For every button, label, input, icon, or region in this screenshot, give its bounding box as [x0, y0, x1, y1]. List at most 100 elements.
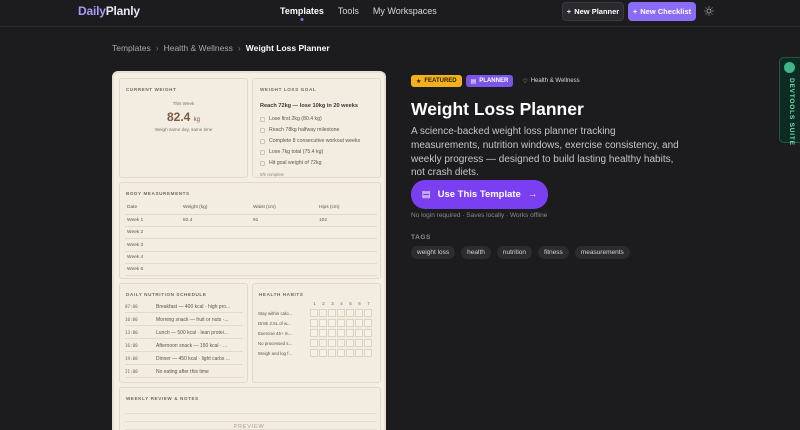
habit-cell[interactable]	[337, 349, 345, 357]
list-item: 10:00 Morning snack — fruit or nuts ·...	[125, 314, 243, 327]
habit-cell[interactable]	[328, 319, 336, 327]
table-cell[interactable]	[317, 238, 377, 252]
planner-label: PLANNER	[479, 78, 509, 84]
tag-nutrition[interactable]: nutrition	[496, 246, 532, 259]
habit-cell[interactable]	[319, 349, 327, 357]
habit-name: Exercise 45+ m...	[258, 330, 293, 336]
habit-cell[interactable]	[355, 339, 363, 347]
nav-link-my-workspaces[interactable]: My Workspaces	[373, 6, 437, 16]
habit-cell[interactable]	[319, 329, 327, 337]
list-item: 07:00 Breakfast — 400 kcal · high pro...	[125, 301, 243, 314]
habit-cell[interactable]	[337, 309, 345, 317]
nav-links: Templates Tools My Workspaces	[280, 6, 437, 16]
table-cell[interactable]: 102	[317, 214, 377, 228]
habit-cell[interactable]	[310, 339, 318, 347]
table-cell[interactable]	[181, 251, 251, 264]
breadcrumb-health-wellness[interactable]: Health & Wellness	[164, 43, 233, 53]
goal-title: WEIGHT LOSS GOAL	[260, 87, 317, 92]
goal-item: Hit goal weight of 72kg	[260, 160, 321, 166]
current-weight-panel: CURRENT WEIGHT This Week 82.4 kg Weigh s…	[119, 78, 248, 178]
habit-cell[interactable]	[337, 339, 345, 347]
calendar-icon: ▤	[470, 78, 477, 85]
nutrition-time: 07:00	[125, 304, 138, 310]
nutrition-text: Lunch — 500 kcal · lean protei...	[156, 329, 228, 336]
habit-cell[interactable]	[346, 349, 354, 357]
goal-headline: Reach 72kg — lose 10kg in 20 weeks	[260, 103, 358, 109]
table-cell: Week 1	[125, 214, 181, 228]
table-cell[interactable]	[317, 251, 377, 264]
checkbox[interactable]	[260, 127, 265, 133]
nutrition-time: 13:00	[125, 330, 138, 336]
tag-measurements[interactable]: measurements	[574, 246, 630, 259]
tag-health[interactable]: health	[461, 246, 491, 259]
use-template-button[interactable]: ▤ Use This Template →	[411, 180, 548, 209]
habit-cell[interactable]	[319, 339, 327, 347]
habit-row: Weigh and log f...	[258, 349, 373, 357]
habit-cell[interactable]	[355, 309, 363, 317]
habit-cell[interactable]	[328, 309, 336, 317]
habit-name: Drink 2.5L of w...	[258, 320, 291, 326]
nav-link-templates[interactable]: Templates	[280, 6, 324, 16]
habit-cell[interactable]	[310, 349, 318, 357]
table-cell[interactable]	[317, 226, 377, 240]
habit-cell[interactable]	[355, 319, 363, 327]
category-badge[interactable]: ♡ Health & Wellness	[517, 75, 584, 87]
table-cell[interactable]	[181, 238, 251, 252]
habit-cell[interactable]	[346, 319, 354, 327]
day-number: 3	[331, 301, 334, 306]
checkbox[interactable]	[260, 160, 265, 166]
habit-cell[interactable]	[364, 329, 372, 337]
table-cell[interactable]	[251, 226, 317, 240]
habit-cell[interactable]	[364, 309, 372, 317]
habit-cell[interactable]	[346, 309, 354, 317]
list-item: 16:00 Afternoon snack — 150 kcal · ...	[125, 340, 243, 353]
preview-watermark: PREVIEW	[233, 424, 265, 430]
new-planner-button[interactable]: + New Planner	[562, 2, 624, 21]
habit-cell[interactable]	[364, 339, 372, 347]
habit-cell[interactable]	[364, 349, 372, 357]
table-cell[interactable]	[251, 238, 317, 252]
habit-cell[interactable]	[319, 319, 327, 327]
nutrition-time: 19:00	[125, 356, 138, 362]
use-template-label: Use This Template	[437, 189, 521, 200]
habit-cell[interactable]	[328, 349, 336, 357]
habit-cell[interactable]	[364, 319, 372, 327]
table-cell[interactable]: 91	[251, 214, 317, 228]
habit-cell[interactable]	[337, 319, 345, 327]
category-label: Health & Wellness	[530, 78, 580, 84]
checkbox[interactable]	[260, 149, 265, 155]
nutrition-time: 16:00	[125, 343, 138, 349]
habit-cell[interactable]	[310, 309, 318, 317]
nutrition-title: DAILY NUTRITION SCHEDULE	[126, 292, 207, 297]
habit-cell[interactable]	[319, 309, 327, 317]
habit-cell[interactable]	[310, 329, 318, 337]
table-cell[interactable]	[251, 263, 317, 277]
habit-cell[interactable]	[346, 329, 354, 337]
devtools-side-tab[interactable]: DEVTOOLS SUITE	[779, 57, 800, 146]
sun-icon[interactable]	[704, 6, 714, 16]
habit-cell[interactable]	[328, 329, 336, 337]
tag-fitness[interactable]: fitness	[538, 246, 569, 259]
breadcrumb-templates[interactable]: Templates	[112, 43, 151, 53]
table-cell[interactable]	[181, 226, 251, 240]
review-title: WEEKLY REVIEW & NOTES	[126, 396, 199, 401]
table-cell[interactable]: 82.4	[181, 214, 251, 228]
brand-logo[interactable]: DailyPlanly	[78, 4, 140, 18]
table-cell[interactable]	[251, 251, 317, 264]
tag-weight-loss[interactable]: weight loss	[411, 246, 456, 259]
nav-link-tools[interactable]: Tools	[338, 6, 359, 16]
habit-cell[interactable]	[310, 319, 318, 327]
checkbox[interactable]	[260, 138, 265, 144]
checkbox[interactable]	[260, 116, 265, 122]
table-cell[interactable]	[181, 263, 251, 277]
habit-cell[interactable]	[337, 329, 345, 337]
habit-cell[interactable]	[346, 339, 354, 347]
cta-subtext: No login required · Saves locally · Work…	[411, 212, 548, 219]
habit-cell[interactable]	[328, 339, 336, 347]
goal-item: Complete 8 consecutive workout weeks	[260, 138, 360, 144]
habit-day-numbers: 1 2 3 4 5 6 7	[310, 301, 373, 306]
habit-cell[interactable]	[355, 329, 363, 337]
new-checklist-button[interactable]: + New Checklist	[628, 2, 696, 21]
table-cell[interactable]	[317, 263, 377, 277]
habit-cell[interactable]	[355, 349, 363, 357]
